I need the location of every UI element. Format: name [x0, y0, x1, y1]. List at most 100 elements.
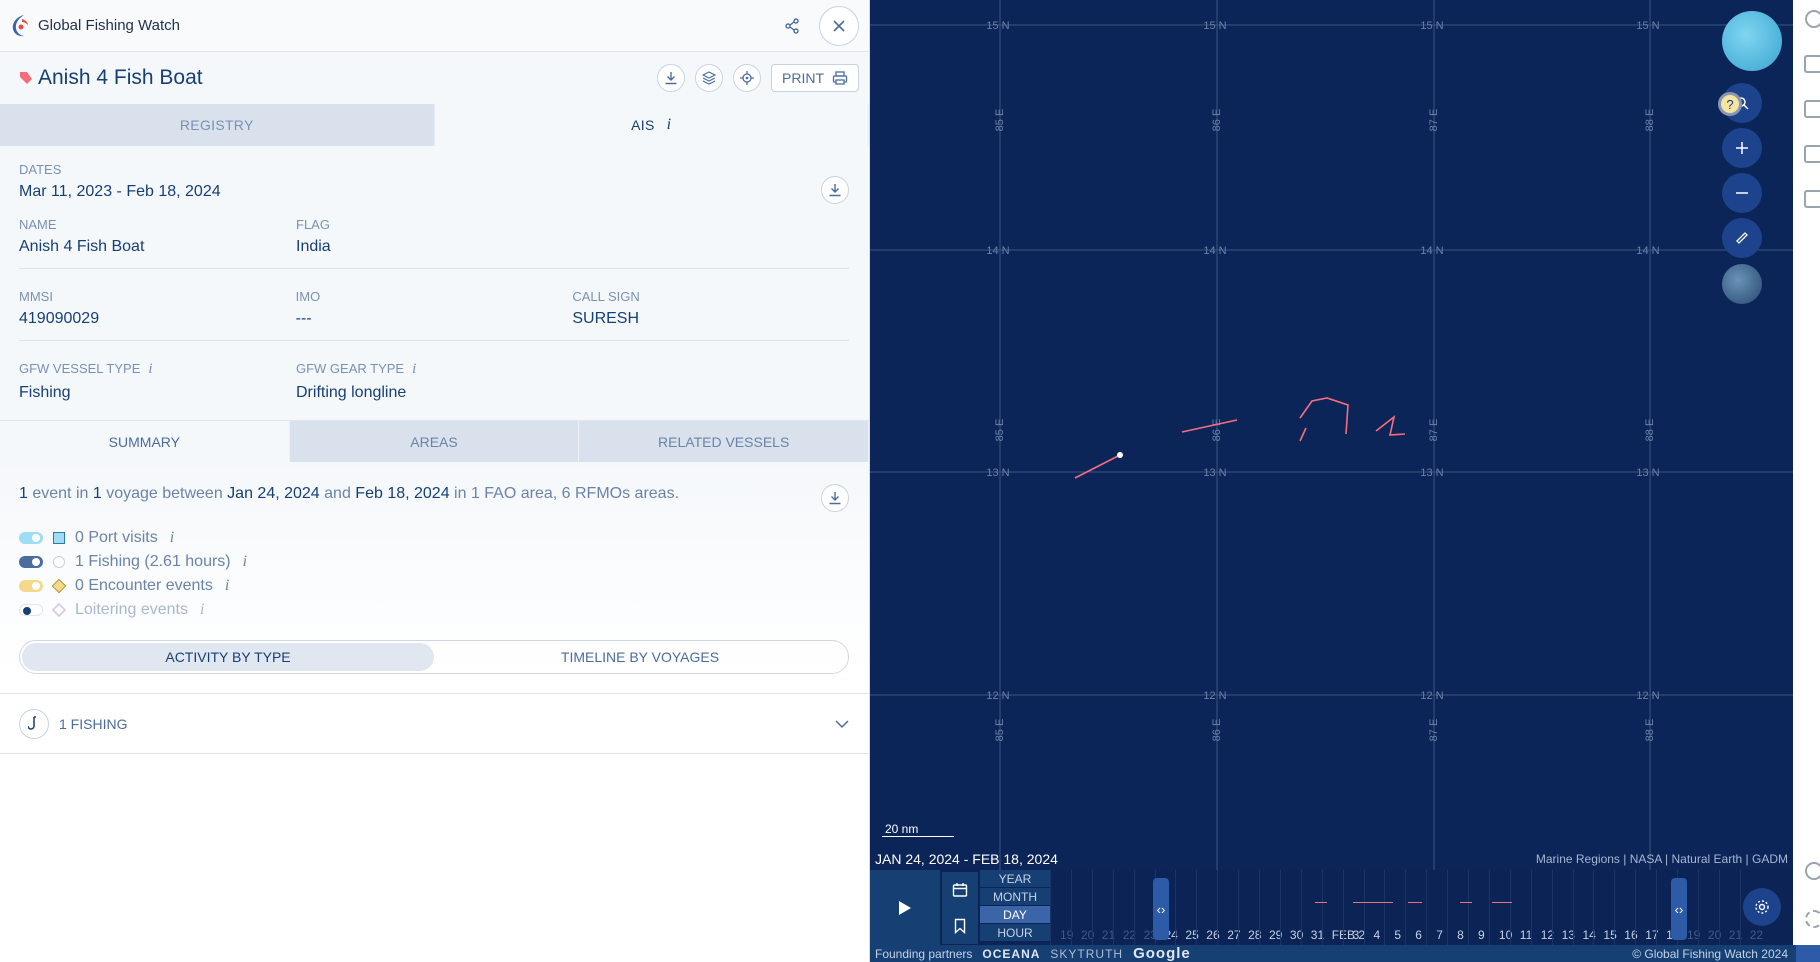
info-icon[interactable]: i [170, 529, 174, 547]
event-list: 0 Port visits i 1 Fishing (2.61 hours) i 0… [19, 526, 849, 622]
tab-ais[interactable]: AIS i [434, 104, 869, 146]
play-button[interactable] [870, 870, 940, 945]
info-icon[interactable]: i [243, 553, 247, 571]
target-icon[interactable] [733, 64, 761, 92]
tab-registry[interactable]: REGISTRY [0, 104, 435, 146]
timeline-by-voyages-button[interactable]: TIMELINE BY VOYAGES [434, 643, 846, 671]
info-icon[interactable]: i [200, 601, 204, 619]
time-tick: 4 [1373, 928, 1381, 942]
vessel-type-label: GFW VESSEL TYPE [19, 361, 141, 376]
summary-section: 1 event in 1 voyage between Jan 24, 2024… [0, 462, 869, 674]
calendar-button[interactable] [942, 872, 978, 908]
info-icon[interactable]: i [225, 577, 229, 595]
time-gridline [1697, 870, 1699, 945]
time-gridline [1279, 870, 1281, 945]
longitude-label: 86 E [1211, 109, 1223, 132]
timebar-end-handle[interactable]: ‹› [1671, 878, 1687, 940]
gear-type-value: Drifting longline [296, 384, 407, 401]
longitude-label: 87 E [1428, 719, 1440, 742]
tab-related-vessels[interactable]: RELATED VESSELS [579, 421, 869, 462]
time-gridline [1238, 870, 1240, 945]
info-icon[interactable]: i [412, 361, 416, 377]
zoom-year[interactable]: YEAR [980, 870, 1050, 888]
fishing-event-marker[interactable] [1117, 452, 1123, 458]
download-summary-icon[interactable] [821, 484, 849, 512]
bookmark-button[interactable] [942, 908, 978, 944]
time-gridline [1426, 870, 1428, 945]
time-gridline [1384, 870, 1386, 945]
help-button[interactable]: ? [1718, 92, 1742, 116]
info-icon[interactable]: i [148, 361, 152, 377]
fishing-circle-icon [53, 556, 65, 568]
imo-label: IMO [295, 289, 321, 304]
ruler-button[interactable] [1722, 218, 1762, 258]
latitude-label: 14 N [986, 245, 1009, 257]
latitude-label: 12 N [986, 690, 1009, 702]
zoom-out-button[interactable] [1722, 173, 1762, 213]
collapse-icon[interactable] [1796, 945, 1820, 962]
port-visits-toggle[interactable] [19, 532, 43, 544]
extensions-icon[interactable] [1804, 145, 1820, 163]
vessel-name: Anish 4 Fish Boat [38, 66, 203, 89]
time-gridline [1321, 870, 1323, 945]
latitude-label: 13 N [1636, 467, 1659, 479]
map-view[interactable]: 15 N 15 N 15 N 15 N 14 N 14 N 14 N 14 N 13 N 13 N… [870, 0, 1793, 870]
time-gridline [1300, 870, 1302, 945]
browser-side-strip [1793, 0, 1820, 945]
time-tick: FEB 2 [1331, 928, 1366, 942]
scale-bar: 20 nm [882, 822, 954, 837]
flask-icon[interactable] [1804, 190, 1820, 208]
longitude-label: 88 E [1644, 719, 1656, 742]
zoom-month[interactable]: MONTH [980, 888, 1050, 906]
timebar-settings-button[interactable] [1743, 888, 1781, 926]
event-port-visits: 0 Port visits i [19, 526, 849, 550]
basemap-switch-button[interactable] [1722, 264, 1762, 304]
time-gridline [1112, 870, 1114, 945]
time-tick: 8 [1457, 928, 1464, 942]
search-icon[interactable] [1805, 10, 1820, 28]
print-button[interactable]: PRINT [771, 64, 859, 92]
share-icon[interactable] [777, 11, 807, 41]
activity-by-type-button[interactable]: ACTIVITY BY TYPE [22, 643, 434, 671]
download-icon[interactable] [657, 64, 685, 92]
fishing-group-row[interactable]: 1 FISHING [0, 693, 869, 754]
longitude-label: 88 E [1644, 419, 1656, 442]
view-toggle: ACTIVITY BY TYPE TIMELINE BY VOYAGES [19, 640, 849, 674]
latitude-label: 15 N [1636, 20, 1659, 32]
track-activity-segment [1460, 902, 1472, 903]
vessel-track [1074, 397, 1406, 479]
tab-summary[interactable]: SUMMARY [0, 421, 290, 462]
loitering-toggle[interactable] [19, 604, 43, 616]
time-zoom-selector: YEAR MONTH DAY HOUR [980, 870, 1050, 942]
account-icon[interactable] [1805, 862, 1820, 880]
time-gridline [1468, 870, 1469, 945]
hook-icon [19, 708, 49, 739]
track-segment [1299, 427, 1307, 442]
tab-areas[interactable]: AREAS [289, 421, 580, 462]
close-icon[interactable] [819, 5, 859, 46]
zoom-in-button[interactable] [1722, 128, 1762, 168]
settings-icon[interactable] [1805, 910, 1820, 928]
layers-icon[interactable] [695, 64, 723, 92]
download-info-icon[interactable] [821, 176, 849, 204]
encounter-toggle[interactable] [19, 580, 43, 592]
fishing-toggle[interactable] [19, 556, 43, 568]
branch-icon[interactable] [1804, 55, 1820, 73]
mmsi-label: MMSI [19, 289, 53, 304]
debug-icon[interactable] [1804, 100, 1820, 118]
chevron-down-icon[interactable] [835, 719, 849, 729]
minimap-globe[interactable] [1722, 11, 1782, 71]
zoom-day[interactable]: DAY [980, 906, 1050, 924]
track-activity-segment [1492, 902, 1512, 903]
zoom-hour[interactable]: HOUR [980, 924, 1050, 942]
track-segment [1375, 415, 1406, 436]
track-activity-segment [1408, 902, 1422, 903]
info-icon[interactable]: i [667, 116, 672, 134]
timebar-start-handle[interactable]: ‹› [1153, 878, 1169, 940]
fishing-group-label: 1 FISHING [59, 715, 128, 732]
app-title: Global Fishing Watch [38, 17, 181, 34]
imo-value: --- [295, 310, 312, 327]
time-tick: 9 [1478, 928, 1485, 942]
latitude-label: 14 N [1420, 245, 1443, 257]
timebar: YEAR MONTH DAY HOUR 19 20 21 22 23 24 25 26 27 28… [870, 870, 1793, 945]
